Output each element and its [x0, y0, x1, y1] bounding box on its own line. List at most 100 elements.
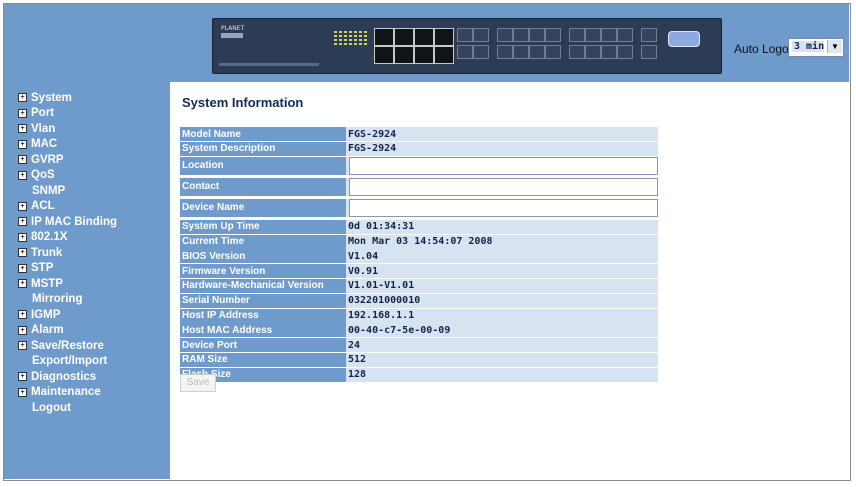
sidebar-item-label: Maintenance [31, 386, 101, 399]
expand-icon[interactable]: + [18, 372, 27, 382]
sidebar-item-logout[interactable]: Logout [18, 400, 117, 416]
expand-icon[interactable]: + [18, 217, 27, 227]
table-value: V1.04 [346, 249, 658, 264]
main-content: System Information Model Name FGS-2924 Sy… [170, 82, 849, 479]
table-row: System Description FGS-2924 [180, 141, 658, 156]
table-value: 128 [346, 367, 658, 382]
sidebar-item-label: ACL [31, 200, 55, 213]
table-value: V0.91 [346, 264, 658, 279]
rj45-port[interactable] [414, 46, 434, 64]
sidebar-item-label: Vlan [31, 122, 56, 135]
sfp-port[interactable] [473, 45, 489, 59]
sfp-port[interactable] [641, 45, 657, 59]
expand-icon[interactable]: + [18, 263, 27, 273]
rj45-port[interactable] [434, 46, 454, 64]
sfp-port[interactable] [457, 28, 473, 42]
device-name-field[interactable] [349, 198, 658, 217]
auto-logout-select[interactable]: 3 min ▼ [788, 38, 844, 57]
sidebar-item-label: IGMP [31, 308, 61, 321]
sidebar-item-label: SNMP [32, 184, 66, 197]
sidebar-item-gvrp[interactable]: + GVRP [18, 152, 117, 168]
expand-icon[interactable]: + [18, 170, 27, 180]
sfp-port[interactable] [585, 45, 601, 59]
sfp-port[interactable] [529, 28, 545, 42]
status-leds [334, 31, 367, 45]
expand-icon[interactable]: + [18, 124, 27, 134]
sfp-port[interactable] [513, 45, 529, 59]
table-value: Mon Mar 03 14:54:07 2008 [346, 234, 658, 249]
sidebar-item-acl[interactable]: + ACL [18, 199, 117, 215]
sidebar-item-qos[interactable]: + QoS [18, 168, 117, 184]
sidebar-item-system[interactable]: + System [18, 90, 117, 106]
sfp-port[interactable] [513, 28, 529, 42]
sidebar-item-alarm[interactable]: + Alarm [18, 323, 117, 339]
table-label: Host MAC Address [180, 323, 346, 338]
expand-icon[interactable]: + [18, 341, 27, 351]
location-field[interactable] [349, 156, 658, 175]
expand-icon[interactable]: + [18, 232, 27, 242]
sidebar-item-stp[interactable]: + STP [18, 261, 117, 277]
sidebar-item-maintenance[interactable]: + Maintenance [18, 385, 117, 401]
sfp-port[interactable] [617, 45, 633, 59]
header-bar: PLANET Auto Logout 3 min ▼ [4, 4, 849, 82]
sidebar-item-8021x[interactable]: +802.1X [18, 230, 117, 246]
expand-icon[interactable]: + [18, 108, 27, 118]
sfp-port[interactable] [497, 45, 513, 59]
sfp-port[interactable] [457, 45, 473, 59]
sidebar-item-diagnostics[interactable]: + Diagnostics [18, 369, 117, 385]
sfp-port[interactable] [601, 45, 617, 59]
sidebar-item-port[interactable]: + Port [18, 106, 117, 122]
expand-icon[interactable]: + [18, 325, 27, 335]
expand-icon[interactable]: + [18, 139, 27, 149]
device-model-plate [221, 33, 243, 38]
table-row: Host IP Address 192.168.1.1 [180, 308, 658, 323]
save-button[interactable]: Save [180, 374, 216, 392]
chevron-down-icon[interactable]: ▼ [827, 40, 842, 53]
table-label: Device Name [180, 198, 346, 217]
sidebar-item-mirroring[interactable]: Mirroring [18, 292, 117, 308]
sidebar-item-trunk[interactable]: + Trunk [18, 245, 117, 261]
rj45-port[interactable] [434, 28, 454, 46]
sfp-port[interactable] [529, 45, 545, 59]
expand-icon[interactable]: + [18, 201, 27, 211]
expand-icon[interactable]: + [18, 279, 27, 289]
sidebar-item-mac[interactable]: + MAC [18, 137, 117, 153]
sfp-port[interactable] [545, 45, 561, 59]
rj45-port[interactable] [374, 28, 394, 46]
table-label: Model Name [180, 127, 346, 141]
sidebar-item-snmp[interactable]: SNMP [18, 183, 117, 199]
sfp-port[interactable] [497, 28, 513, 42]
rj45-port[interactable] [414, 28, 434, 46]
sidebar-item-mstp[interactable]: + MSTP [18, 276, 117, 292]
sfp-port[interactable] [545, 28, 561, 42]
sidebar-item-save-restore[interactable]: + Save/Restore [18, 338, 117, 354]
expand-icon[interactable]: + [18, 155, 27, 165]
sidebar-item-label: Export/Import [32, 355, 108, 368]
sfp-port[interactable] [473, 28, 489, 42]
expand-icon[interactable]: + [18, 310, 27, 320]
rj45-port[interactable] [394, 46, 414, 64]
sidebar-item-igmp[interactable]: + IGMP [18, 307, 117, 323]
expand-icon[interactable]: + [18, 248, 27, 258]
sfp-port[interactable] [617, 28, 633, 42]
sfp-port[interactable] [569, 45, 585, 59]
sfp-port[interactable] [585, 28, 601, 42]
table-value: 24 [346, 338, 658, 353]
sfp-port[interactable] [601, 28, 617, 42]
sidebar-item-vlan[interactable]: + Vlan [18, 121, 117, 137]
table-value: 0d 01:34:31 [346, 219, 658, 234]
sfp-port[interactable] [641, 28, 657, 42]
expand-icon[interactable]: + [18, 93, 27, 103]
console-port[interactable] [668, 31, 700, 47]
rj45-port[interactable] [394, 28, 414, 46]
table-value: FGS-2924 [346, 141, 658, 156]
sidebar-item-ip-mac-binding[interactable]: + IP MAC Binding [18, 214, 117, 230]
rj45-port[interactable] [374, 46, 394, 64]
sidebar-item-label: GVRP [31, 153, 64, 166]
sidebar-item-export-import[interactable]: Export/Import [18, 354, 117, 370]
table-row: Device Name [180, 198, 658, 217]
expand-icon[interactable]: + [18, 387, 27, 397]
table-value: 512 [346, 352, 658, 367]
contact-field[interactable] [349, 177, 658, 196]
sfp-port[interactable] [569, 28, 585, 42]
